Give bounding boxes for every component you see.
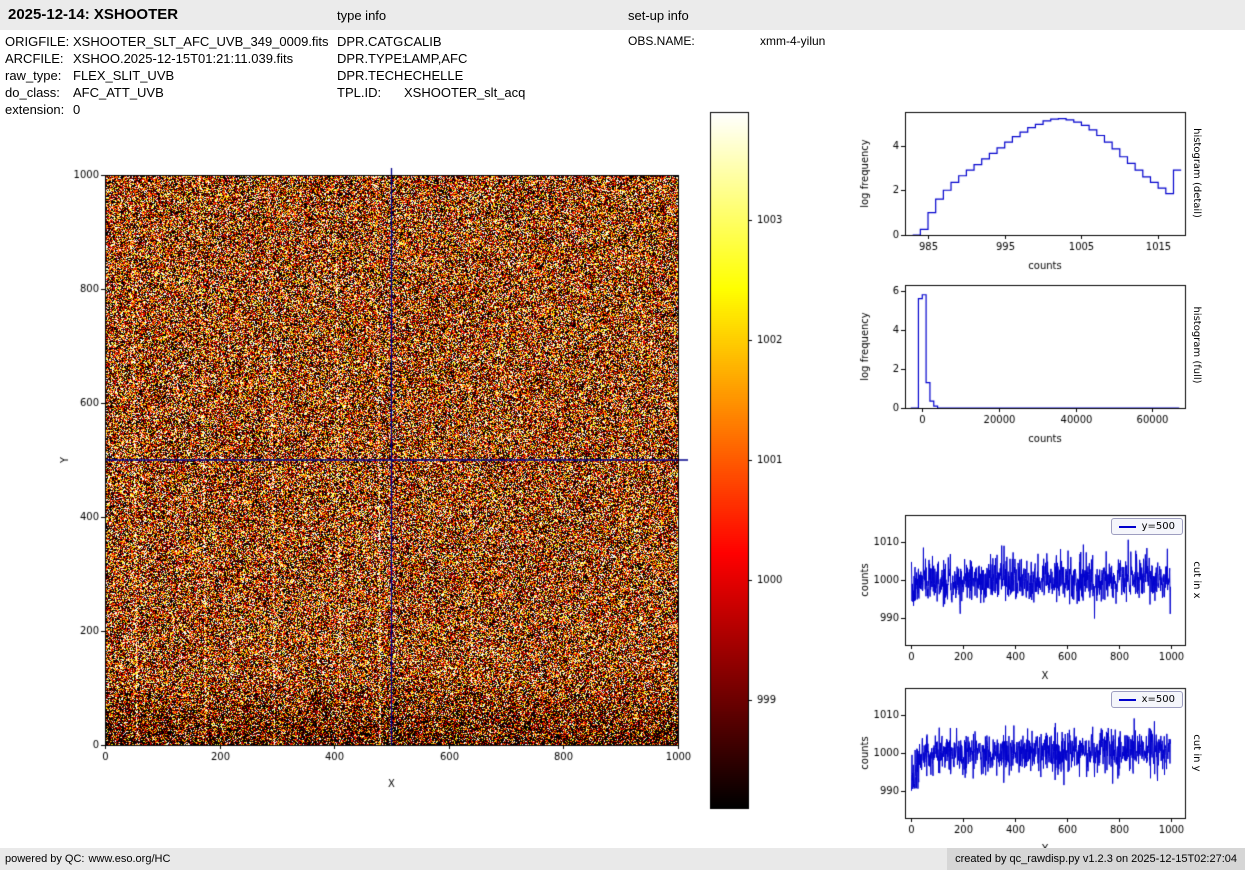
histogram-detail-plot [845,93,1200,288]
dpr-tech-label: DPR.TECH: [337,68,407,83]
page-title: 2025-12-14: XSHOOTER [8,6,178,23]
dpr-catg-label: DPR.CATG: [337,34,407,49]
colorbar [706,104,796,816]
histogram-full-plot [845,266,1200,461]
cut-in-y-legend-label: x=500 [1142,694,1175,705]
cut-in-x-caption: cut in x [1191,561,1202,598]
extension-value: 0 [73,102,80,117]
cut-in-y-legend: x=500 [1111,691,1183,708]
dpr-type-value: LAMP,AFC [404,51,467,66]
qc-home-link[interactable]: www.eso.org/HC [88,853,170,865]
type-info-heading: type info [337,8,386,23]
obs-name-value: xmm-4-yilun [760,34,825,48]
raw-type-label: raw_type: [5,68,61,83]
tpl-id-label: TPL.ID: [337,85,381,100]
cut-in-x-legend: y=500 [1111,518,1183,535]
dpr-catg-value: CALIB [404,34,442,49]
histogram-full-caption: histogram (full) [1191,306,1202,383]
cut-in-x-legend-label: y=500 [1142,521,1175,532]
histogram-detail-caption: histogram (detail) [1191,128,1202,218]
origfile-value: XSHOOTER_SLT_AFC_UVB_349_0009.fits [73,34,329,49]
raw-type-value: FLEX_SLIT_UVB [73,68,174,83]
legend-line-sample [1119,699,1136,701]
qc-report-page: 2025-12-14: XSHOOTER type info set-up in… [0,0,1245,870]
setup-info-heading: set-up info [628,8,689,23]
extension-label: extension: [5,102,64,117]
legend-line-sample [1119,526,1136,528]
cut-in-y-caption: cut in y [1191,734,1202,771]
footer-created-by: created by qc_rawdisp.py v1.2.3 on 2025-… [947,848,1245,870]
header-bar: 2025-12-14: XSHOOTER type info set-up in… [0,0,1245,30]
origfile-label: ORIGFILE: [5,34,69,49]
raw-image-plot [55,148,705,803]
arcfile-value: XSHOO.2025-12-15T01:21:11.039.fits [73,51,293,66]
do-class-value: AFC_ATT_UVB [73,85,164,100]
dpr-tech-value: ECHELLE [404,68,463,83]
dpr-type-label: DPR.TYPE: [337,51,406,66]
obs-name-label: OBS.NAME: [628,34,695,48]
do-class-label: do_class: [5,85,60,100]
footer-powered-by: powered by QC: www.eso.org/HC [0,853,170,865]
powered-by-text: powered by QC: [5,853,84,865]
tpl-id-value: XSHOOTER_slt_acq [404,85,525,100]
arcfile-label: ARCFILE: [5,51,64,66]
footer-bar: powered by QC: www.eso.org/HC created by… [0,848,1245,870]
